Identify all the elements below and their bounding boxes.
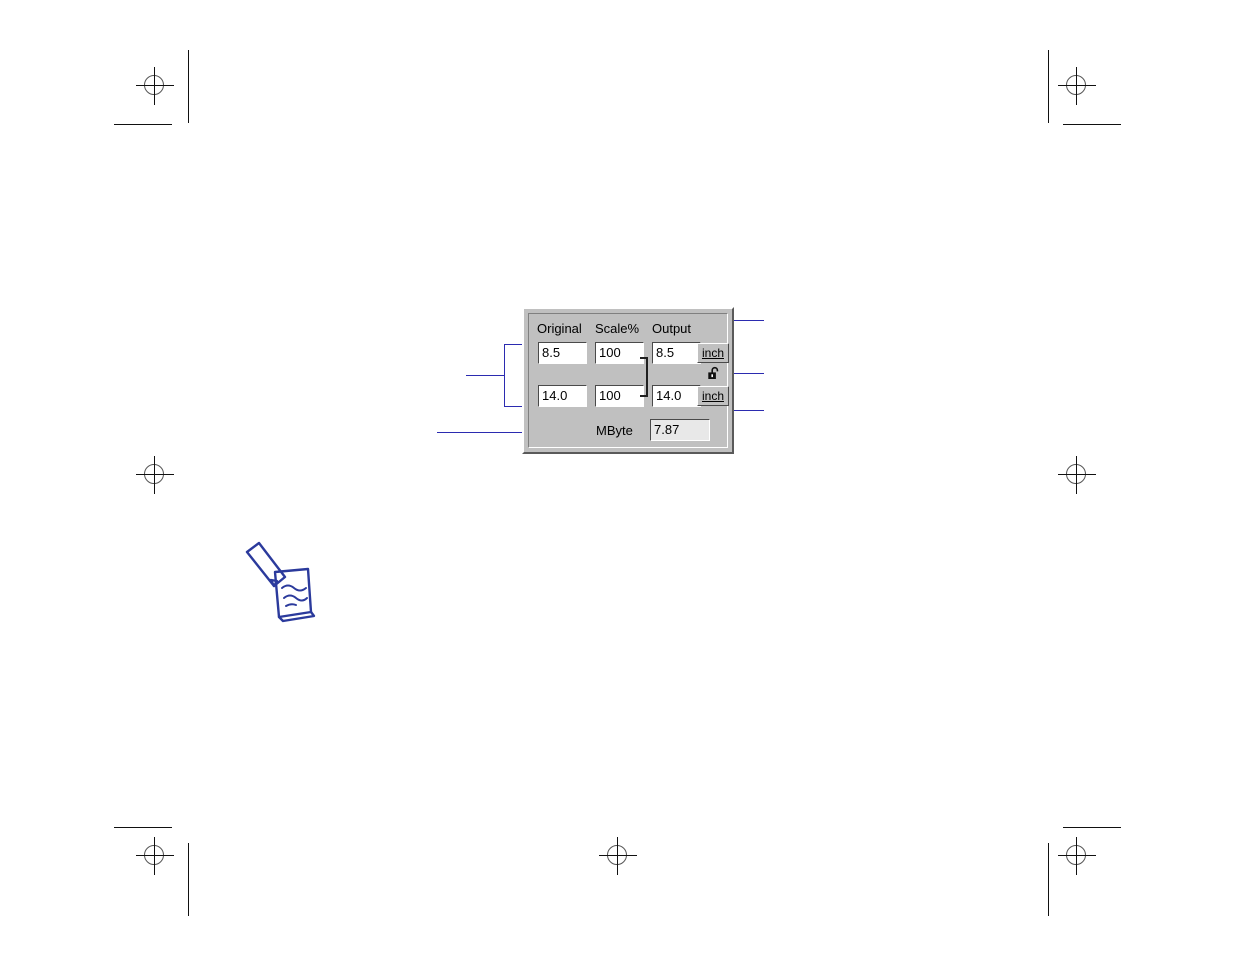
- unit-button-width[interactable]: inch: [697, 343, 729, 363]
- registration-crosshair-icon: [1055, 834, 1099, 878]
- registration-crosshair-icon: [596, 834, 640, 878]
- original-height-input[interactable]: 14.0: [538, 385, 587, 407]
- note-pencil-icon: [238, 540, 328, 633]
- scan-size-dialog: Original Scale% Output 8.5 100 8.5 inch …: [522, 307, 734, 454]
- registration-crosshair-icon: [1055, 453, 1099, 497]
- registration-crosshair-icon: [133, 453, 177, 497]
- crop-mark-bottom-right-vertical: [1048, 843, 1049, 916]
- scale-height-input[interactable]: 100: [595, 385, 644, 407]
- registration-vline: [154, 67, 155, 105]
- registration-hline: [1058, 85, 1096, 86]
- crop-mark-top-left-horizontal: [114, 124, 172, 125]
- registration-hline: [599, 855, 637, 856]
- registration-hline: [136, 855, 174, 856]
- crop-mark-top-right-vertical: [1048, 50, 1049, 123]
- mbyte-label: MByte: [596, 423, 633, 438]
- crop-mark-top-right-horizontal: [1063, 124, 1121, 125]
- registration-vline: [1076, 456, 1077, 494]
- original-fields-callout-stem: [466, 375, 504, 376]
- registration-vline: [1076, 837, 1077, 875]
- registration-vline: [154, 837, 155, 875]
- registration-hline: [136, 474, 174, 475]
- crop-mark-bottom-right-horizontal: [1063, 827, 1121, 828]
- original-width-input[interactable]: 8.5: [538, 342, 587, 364]
- registration-crosshair-icon: [133, 64, 177, 108]
- registration-vline: [1076, 67, 1077, 105]
- output-width-input[interactable]: 8.5: [652, 342, 701, 364]
- link-bracket-icon[interactable]: [640, 357, 648, 397]
- registration-hline: [1058, 855, 1096, 856]
- crop-mark-top-left-vertical: [188, 50, 189, 123]
- registration-crosshair-icon: [1055, 64, 1099, 108]
- registration-vline: [154, 456, 155, 494]
- output-height-input[interactable]: 14.0: [652, 385, 701, 407]
- registration-hline: [136, 85, 174, 86]
- original-fields-callout-spine: [504, 344, 505, 407]
- crop-mark-bottom-left-vertical: [188, 843, 189, 916]
- registration-vline: [617, 837, 618, 875]
- column-header-original: Original: [537, 321, 582, 336]
- column-header-output: Output: [652, 321, 692, 336]
- scale-width-input[interactable]: 100: [595, 342, 644, 364]
- document-page: Original Scale% Output 8.5 100 8.5 inch …: [0, 0, 1235, 954]
- unit-button-height[interactable]: inch: [697, 386, 729, 406]
- open-padlock-icon[interactable]: [706, 366, 722, 387]
- crop-mark-bottom-left-horizontal: [114, 827, 172, 828]
- registration-crosshair-icon: [133, 834, 177, 878]
- mbyte-field: 7.87: [650, 419, 710, 441]
- registration-hline: [1058, 474, 1096, 475]
- column-header-scale: Scale%: [595, 321, 640, 336]
